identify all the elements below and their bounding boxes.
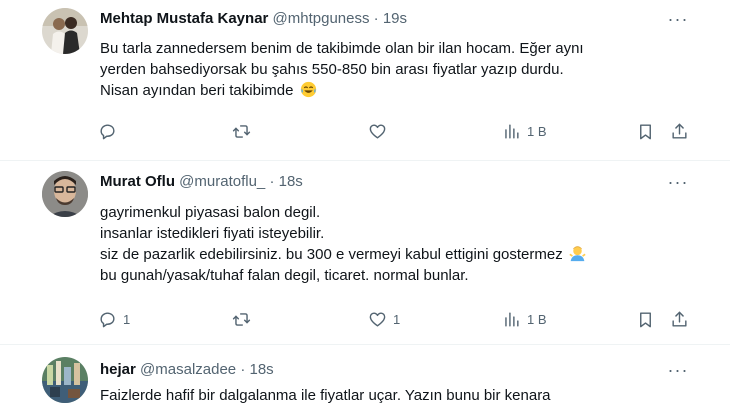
tweet-text: Bu tarla zannedersem benim de takibimde … [100,38,690,101]
tweet-text: gayrimenkul piyasasi balon degil. insanl… [100,202,690,286]
reply-icon [100,123,115,139]
like-icon [369,123,386,139]
views-icon [505,311,519,327]
reply-icon [100,311,115,327]
retweet-icon [232,312,251,326]
bookmark-button[interactable] [636,308,655,330]
tweet-actions: 1 B [98,120,698,142]
man-shrugging-emoji-icon [569,246,586,262]
retweet-button[interactable] [232,308,257,330]
timestamp[interactable]: 18s [249,361,273,378]
tweet-header: Murat Oflu @muratoflu_ · 18s [100,172,303,192]
display-name[interactable]: hejar [100,361,136,378]
tweet-text: Faizlerde hafif bir dalgalanma ile fiyat… [100,385,690,406]
tweet-line: bu gunah/yasak/tuhaf falan degil, ticare… [100,267,469,284]
more-options-button[interactable]: ··· [668,360,688,380]
like-count: 1 [393,311,401,327]
tweet-2[interactable]: Murat Oflu @muratoflu_ · 18s ··· gayrime… [0,161,730,344]
handle[interactable]: @muratoflu_ [179,173,265,190]
tweet-1[interactable]: Mehtap Mustafa Kaynar @mhtpguness · 19s … [0,0,730,160]
views-count: 1 B [527,123,547,139]
bookmark-icon [640,311,651,327]
share-icon [672,123,687,139]
more-options-button[interactable]: ··· [668,9,688,29]
tweet-3[interactable]: hejar @masalzadee · 18s ··· Faizlerde ha… [0,345,730,420]
views-button[interactable]: 1 B [502,308,547,330]
like-icon [369,311,386,327]
separator: · [269,173,275,190]
share-button[interactable] [670,308,689,330]
timestamp[interactable]: 18s [279,173,303,190]
views-button[interactable]: 1 B [502,120,547,142]
tweet-line: insanlar istedikleri fiyati isteyebilir. [100,225,325,242]
retweet-button[interactable] [232,120,257,142]
tweet-line: siz de pazarlik edebilirsiniz. bu 300 e … [100,244,690,265]
tweet-header: hejar @masalzadee · 18s [100,360,274,380]
bookmark-button[interactable] [636,120,655,142]
avatar[interactable] [42,357,88,403]
tweet-line: Bu tarla zannedersem benim de takibimde … [100,40,584,57]
separator: · [240,361,246,378]
tweet-header: Mehtap Mustafa Kaynar @mhtpguness · 19s [100,9,407,29]
avatar[interactable] [42,171,88,217]
like-button[interactable] [368,120,393,142]
views-count: 1 B [527,311,547,327]
timestamp[interactable]: 19s [383,10,407,27]
handle[interactable]: @masalzadee [140,361,236,378]
display-name[interactable]: Murat Oflu [100,173,175,190]
avatar[interactable] [42,8,88,54]
like-button[interactable]: 1 [368,308,400,330]
display-name[interactable]: Mehtap Mustafa Kaynar [100,10,268,27]
reply-button[interactable] [98,120,123,142]
handle[interactable]: @mhtpguness [273,10,370,27]
retweet-icon [232,124,251,138]
reply-count: 1 [123,311,131,327]
tweet-line: Nisan ayından beri takibimde [100,80,690,101]
tweet-line: yerden bahsediyorsak bu şahıs 550-850 bi… [100,61,564,78]
laughing-tears-emoji-icon [300,81,316,98]
tweet-actions: 1 1 1 B [98,308,698,330]
separator: · [373,10,379,27]
views-icon [505,123,519,139]
tweet-line: Faizlerde hafif bir dalgalanma ile fiyat… [100,387,551,404]
share-icon [672,311,687,327]
reply-button[interactable]: 1 [98,308,130,330]
tweet-line: gayrimenkul piyasasi balon degil. [100,204,321,221]
more-options-button[interactable]: ··· [668,172,688,192]
bookmark-icon [640,123,651,139]
share-button[interactable] [670,120,689,142]
